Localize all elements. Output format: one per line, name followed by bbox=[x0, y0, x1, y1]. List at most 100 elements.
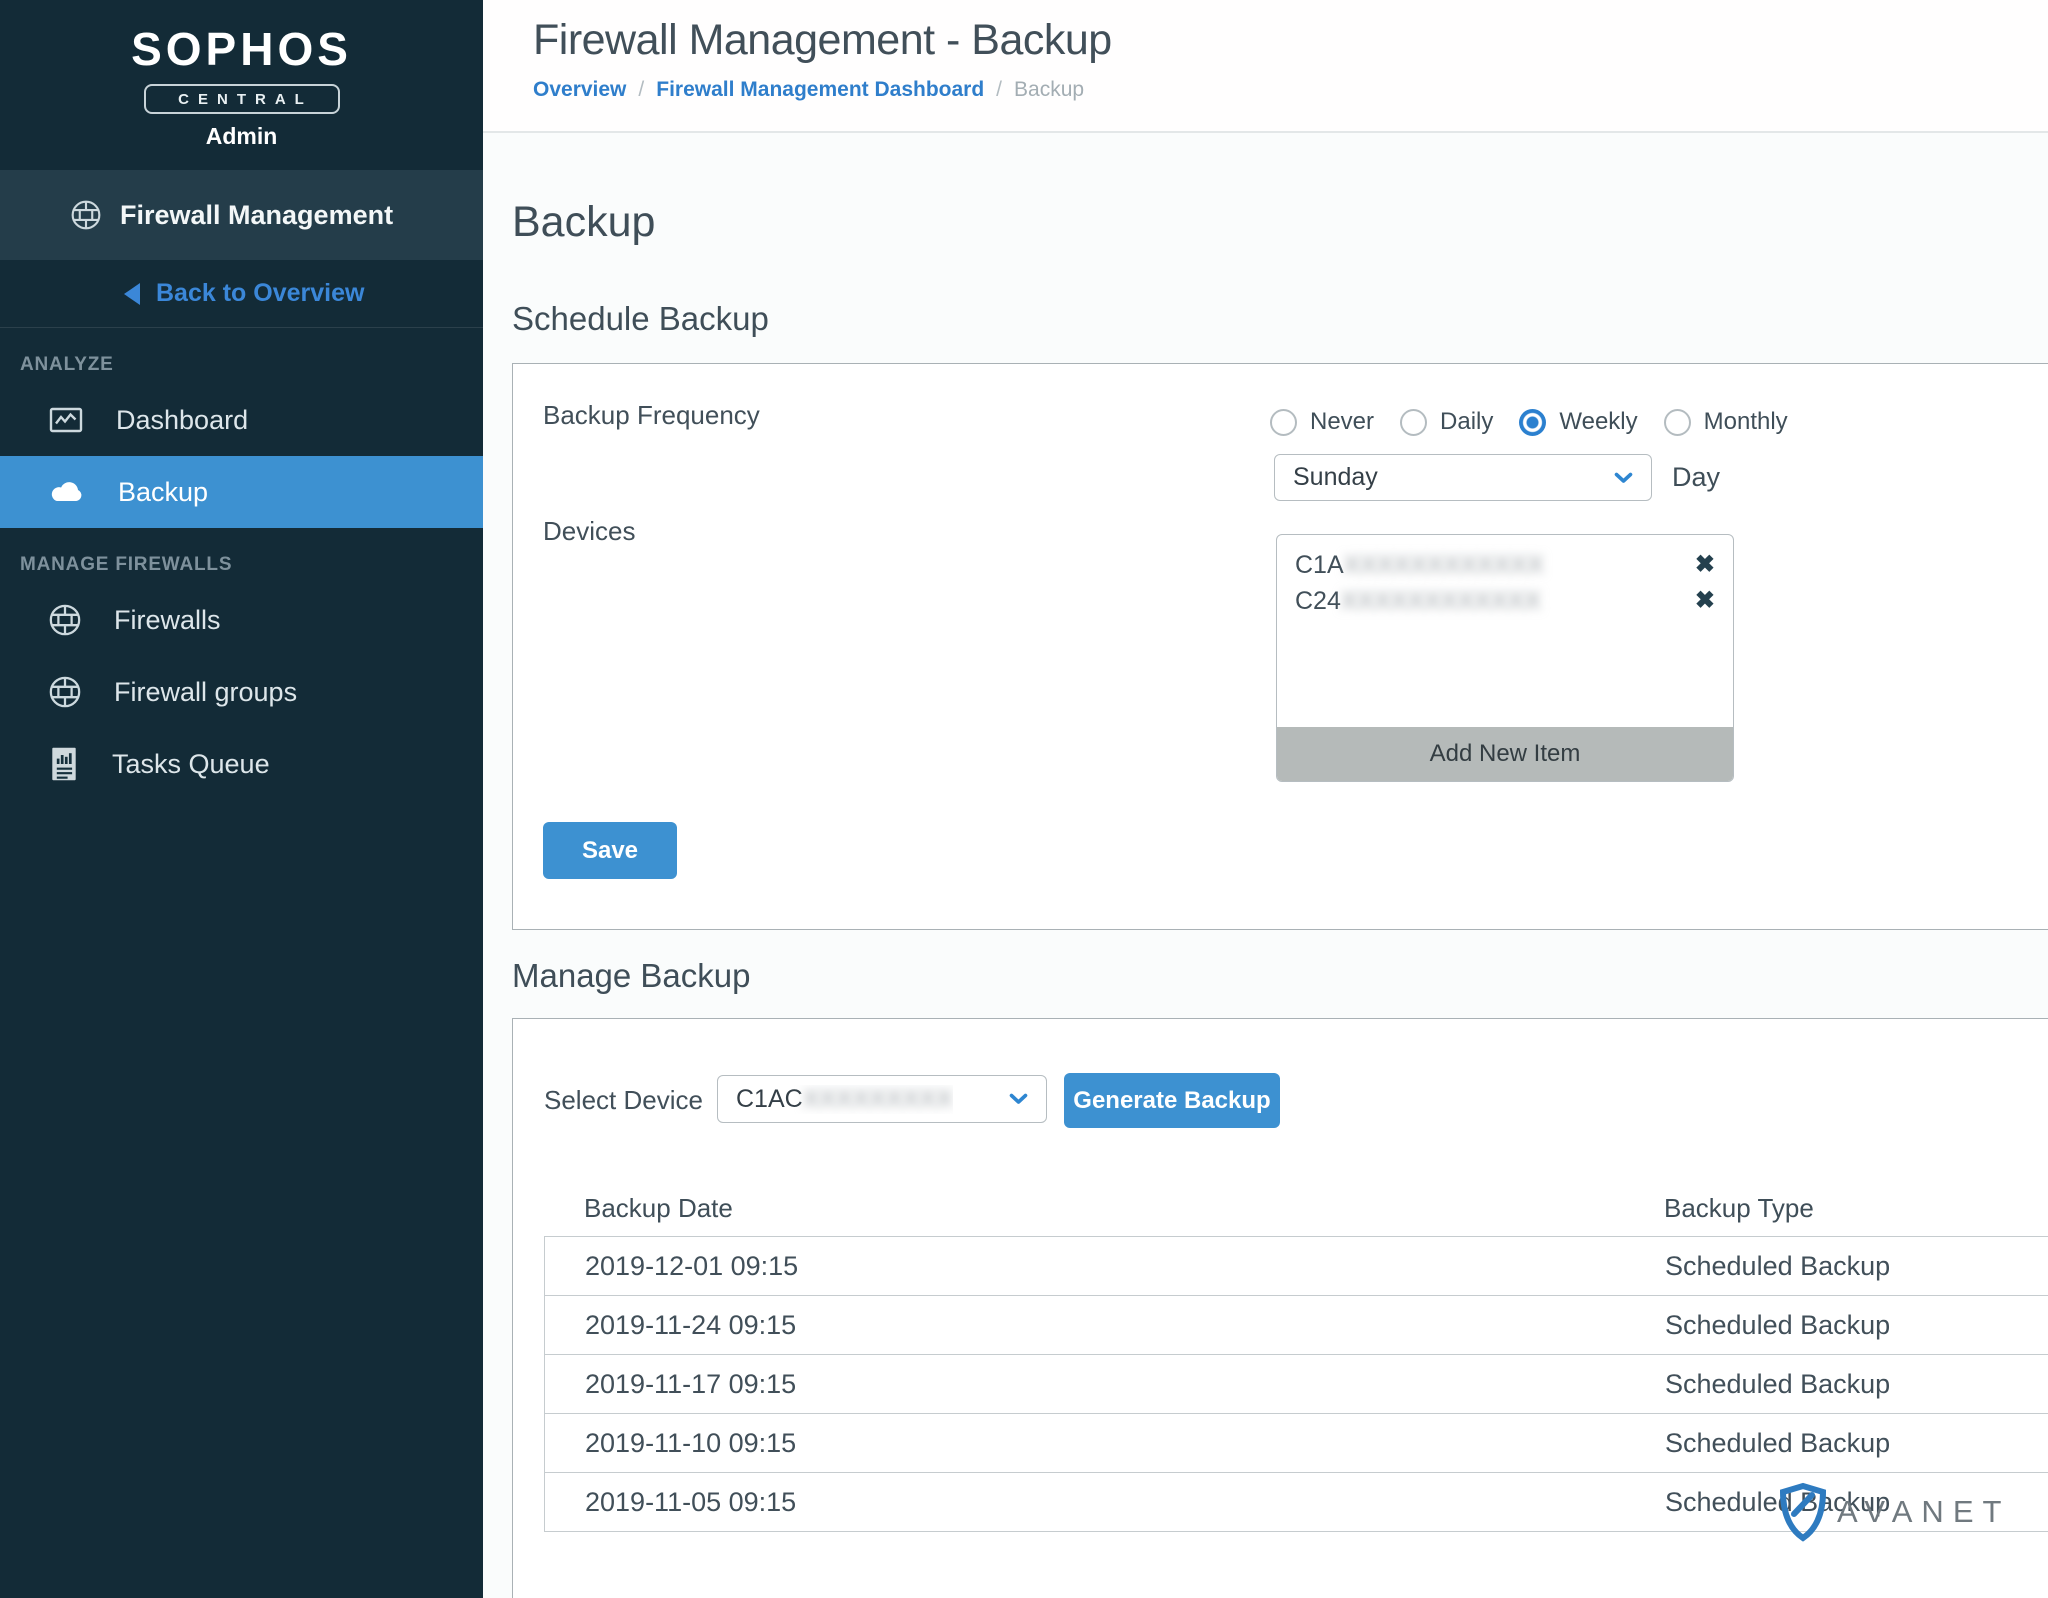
devices-list-box: C1AXXXXXXXXXXXX ✖ C24XXXXXXXXXXXX ✖ Add … bbox=[1276, 534, 1734, 782]
firewall-icon bbox=[70, 199, 102, 231]
sophos-logo: SOPHOS CENTRAL Admin bbox=[0, 0, 483, 170]
dashboard-chart-icon bbox=[48, 402, 84, 438]
table-row: 2019-11-10 09:15 Scheduled Backup bbox=[544, 1413, 2048, 1473]
sidebar-item-dashboard[interactable]: Dashboard bbox=[0, 384, 483, 456]
device-name-redacted: XXXXXXXXXXXX bbox=[1341, 587, 1541, 615]
backup-date-cell: 2019-11-10 09:15 bbox=[545, 1428, 796, 1459]
sidebar-item-label: Firewall groups bbox=[114, 677, 297, 708]
device-name-redacted: XXXXXXXXXXXX bbox=[1344, 551, 1544, 579]
radio-daily[interactable]: Daily bbox=[1400, 408, 1493, 436]
cloud-icon bbox=[48, 478, 86, 506]
backup-type-cell: Scheduled Backup bbox=[1665, 1428, 1890, 1459]
day-select[interactable]: Sunday bbox=[1274, 454, 1652, 501]
device-name: C24XXXXXXXXXXXX bbox=[1295, 587, 1541, 616]
add-new-item-button[interactable]: Add New Item bbox=[1277, 727, 1733, 781]
devices-label: Devices bbox=[543, 516, 635, 547]
radio-label: Weekly bbox=[1559, 408, 1637, 436]
admin-label: Admin bbox=[0, 123, 483, 150]
main-area: Firewall Management - Backup Overview / … bbox=[483, 0, 2048, 1598]
radio-weekly-selected[interactable]: Weekly bbox=[1519, 408, 1637, 436]
day-label: Day bbox=[1672, 462, 1720, 493]
table-row: 2019-11-17 09:15 Scheduled Backup bbox=[544, 1354, 2048, 1414]
radio-label: Monthly bbox=[1704, 408, 1788, 436]
tasks-report-icon bbox=[48, 746, 80, 782]
column-header-backup-date: Backup Date bbox=[544, 1193, 733, 1224]
device-name-prefix: C1A bbox=[1295, 551, 1344, 579]
chevron-down-icon bbox=[1614, 472, 1633, 484]
backup-date-cell: 2019-11-17 09:15 bbox=[545, 1369, 796, 1400]
avanet-watermark: AVANET bbox=[1779, 1482, 2010, 1542]
backup-type-cell: Scheduled Backup bbox=[1665, 1310, 1890, 1341]
back-arrow-icon bbox=[124, 283, 140, 305]
sidebar-item-label: Backup bbox=[118, 477, 208, 508]
backup-date-cell: 2019-11-24 09:15 bbox=[545, 1310, 796, 1341]
manage-backup-heading: Manage Backup bbox=[512, 957, 751, 995]
sidebar-item-label: Tasks Queue bbox=[112, 749, 270, 780]
breadcrumb-overview[interactable]: Overview bbox=[533, 78, 626, 102]
backup-frequency-label: Backup Frequency bbox=[543, 400, 760, 431]
backup-table-header: Backup Date Backup Type bbox=[544, 1179, 2048, 1237]
firewall-icon bbox=[48, 603, 82, 637]
breadcrumb-separator: / bbox=[996, 78, 1002, 102]
page-header-title: Firewall Management - Backup bbox=[533, 16, 2048, 65]
device-list-item: C1AXXXXXXXXXXXX ✖ bbox=[1295, 547, 1715, 583]
device-name: C1AXXXXXXXXXXXX bbox=[1295, 551, 1544, 580]
radio-never[interactable]: Never bbox=[1270, 408, 1374, 436]
app-window: SOPHOS CENTRAL Admin Firewall Management… bbox=[0, 0, 2048, 1598]
back-to-overview-link[interactable]: Back to Overview bbox=[0, 260, 483, 328]
sidebar-item-backup[interactable]: Backup bbox=[0, 456, 483, 528]
breadcrumb: Overview / Firewall Management Dashboard… bbox=[533, 78, 2048, 102]
device-list-item: C24XXXXXXXXXXXX ✖ bbox=[1295, 583, 1715, 619]
backup-table: Backup Date Backup Type 2019-12-01 09:15… bbox=[544, 1179, 2048, 1532]
save-button[interactable]: Save bbox=[543, 822, 677, 879]
sidebar: SOPHOS CENTRAL Admin Firewall Management… bbox=[0, 0, 483, 1598]
back-link-label: Back to Overview bbox=[156, 279, 364, 308]
day-select-value: Sunday bbox=[1293, 463, 1378, 492]
backup-date-cell: 2019-11-05 09:15 bbox=[545, 1487, 796, 1518]
backup-type-cell: Scheduled Backup bbox=[1665, 1251, 1890, 1282]
avanet-shield-icon bbox=[1779, 1482, 1827, 1542]
device-select[interactable]: C1ACXXXXXXXXX bbox=[717, 1075, 1047, 1123]
radio-monthly[interactable]: Monthly bbox=[1664, 408, 1788, 436]
device-select-prefix: C1AC bbox=[736, 1085, 803, 1113]
page-header: Firewall Management - Backup Overview / … bbox=[483, 0, 2048, 133]
sidebar-item-firewall-groups[interactable]: Firewall groups bbox=[0, 656, 483, 728]
sidebar-item-tasks-queue[interactable]: Tasks Queue bbox=[0, 728, 483, 800]
schedule-backup-card: Backup Frequency Never Daily Weekly Mont… bbox=[512, 363, 2048, 930]
chevron-down-icon bbox=[1009, 1093, 1028, 1105]
sidebar-item-label: Firewall Management bbox=[120, 200, 393, 231]
radio-circle-icon[interactable] bbox=[1664, 409, 1691, 436]
sidebar-item-firewall-management[interactable]: Firewall Management bbox=[0, 170, 483, 260]
radio-selected-icon[interactable] bbox=[1519, 409, 1546, 436]
device-name-prefix: C24 bbox=[1295, 587, 1341, 615]
breadcrumb-firewall-management-dashboard[interactable]: Firewall Management Dashboard bbox=[656, 78, 984, 102]
central-badge: CENTRAL bbox=[144, 84, 340, 114]
breadcrumb-current: Backup bbox=[1014, 78, 1084, 102]
generate-backup-button[interactable]: Generate Backup bbox=[1064, 1073, 1280, 1128]
sidebar-item-firewalls[interactable]: Firewalls bbox=[0, 584, 483, 656]
table-row: 2019-11-24 09:15 Scheduled Backup bbox=[544, 1295, 2048, 1355]
firewall-icon bbox=[48, 675, 82, 709]
remove-x-icon[interactable]: ✖ bbox=[1695, 553, 1715, 577]
radio-label: Never bbox=[1310, 408, 1374, 436]
sidebar-section-analyze: ANALYZE bbox=[0, 354, 483, 376]
breadcrumb-separator: / bbox=[638, 78, 644, 102]
backup-date-cell: 2019-12-01 09:15 bbox=[545, 1251, 798, 1282]
schedule-backup-heading: Schedule Backup bbox=[512, 300, 769, 338]
sidebar-section-manage-firewalls: MANAGE FIREWALLS bbox=[0, 554, 483, 576]
device-select-redacted: XXXXXXXXX bbox=[803, 1085, 953, 1113]
column-header-backup-type: Backup Type bbox=[1664, 1193, 1814, 1224]
backup-type-cell: Scheduled Backup bbox=[1665, 1369, 1890, 1400]
day-select-row: Sunday Day bbox=[1274, 454, 1720, 501]
page-title: Backup bbox=[512, 198, 655, 247]
radio-label: Daily bbox=[1440, 408, 1493, 436]
sidebar-item-label: Dashboard bbox=[116, 405, 248, 436]
radio-circle-icon[interactable] bbox=[1270, 409, 1297, 436]
device-list: C1AXXXXXXXXXXXX ✖ C24XXXXXXXXXXXX ✖ bbox=[1277, 535, 1733, 727]
remove-x-icon[interactable]: ✖ bbox=[1695, 589, 1715, 613]
device-select-value: C1ACXXXXXXXXX bbox=[736, 1085, 953, 1114]
radio-circle-icon[interactable] bbox=[1400, 409, 1427, 436]
table-row: 2019-12-01 09:15 Scheduled Backup bbox=[544, 1236, 2048, 1296]
brand-wordmark: SOPHOS bbox=[0, 22, 483, 76]
select-device-label: Select Device bbox=[544, 1085, 703, 1116]
